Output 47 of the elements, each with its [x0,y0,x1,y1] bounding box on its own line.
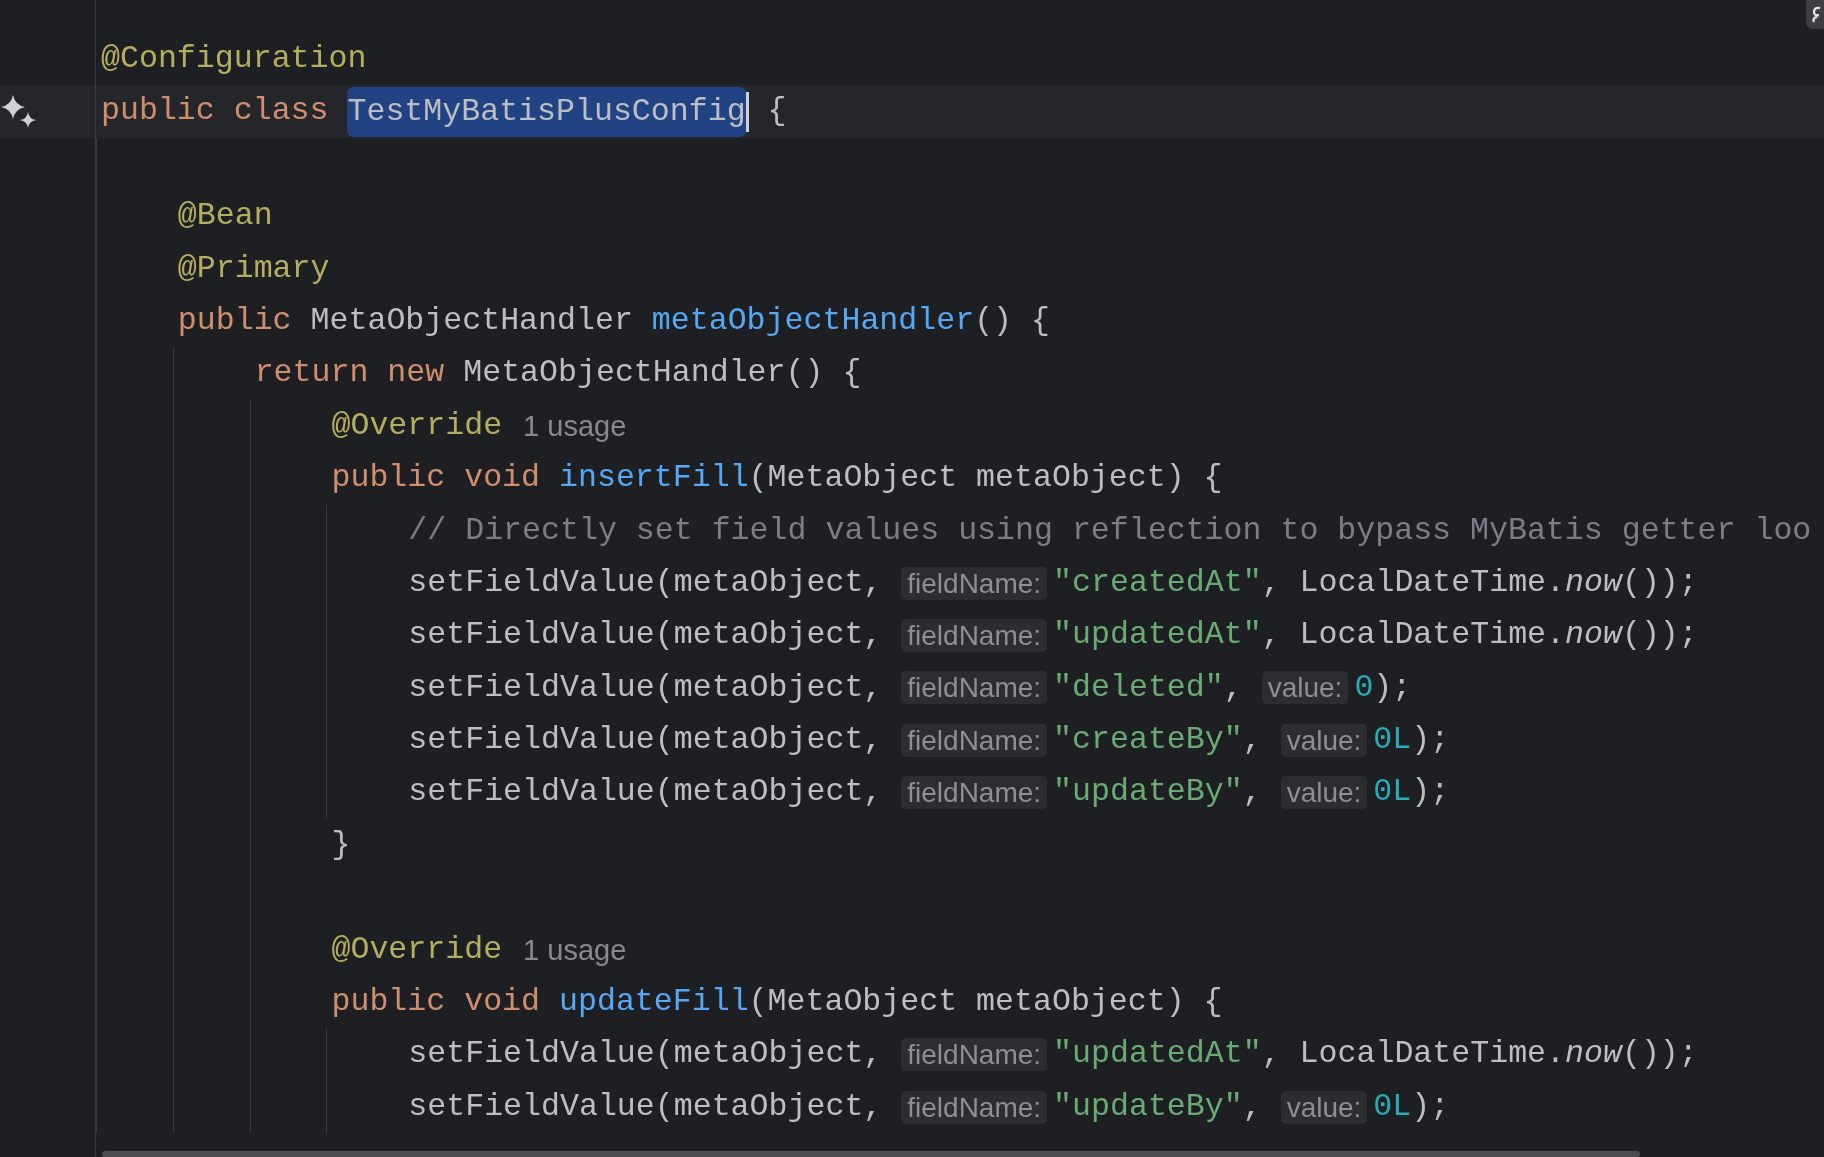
code-text: 0); [1354,668,1412,707]
usage-hint[interactable]: 1 usage [523,405,627,446]
code-text: setFieldValue(metaObject, [408,668,884,707]
code-text: setFieldValue(metaObject, [408,616,884,655]
code-text: public void insertFill(MetaObject metaObject) { [331,459,1223,498]
code-text: "updateBy", [1053,773,1263,812]
code-text: 0L); [1373,773,1450,812]
parameter-hint: fieldName: [901,566,1048,600]
usage-hint[interactable]: 1 usage [523,929,627,970]
parameter-hint: fieldName: [901,671,1048,705]
code-text: @Override [331,406,503,445]
code-text: "updatedAt", LocalDateTime.now()); [1053,616,1698,655]
code-text: @Override [331,930,503,969]
code-text: public MetaObjectHandler metaObjectHandler() { [177,301,1050,340]
code-text: @Primary [177,249,330,288]
parameter-hint: fieldName: [901,1090,1048,1124]
code-text: setFieldValue(metaObject, [408,721,884,760]
code-text: 0L); [1373,721,1450,760]
code-text: } [331,825,351,864]
code-text: setFieldValue(metaObject, [408,1035,884,1074]
code-text: "deleted", [1053,668,1244,707]
parameter-hint: fieldName: [901,723,1048,757]
parameter-hint: value: [1280,776,1368,810]
code-text: "updateBy", [1053,1087,1263,1126]
code-text: setFieldValue(metaObject, [408,773,884,812]
code-text: public void updateFill(MetaObject metaObject) { [331,983,1223,1022]
parameter-hint: value: [1261,671,1349,705]
parameter-hint: value: [1280,723,1368,757]
code-text: public class [101,92,330,131]
selected-text: TestMyBatisPlusConfig [347,86,746,137]
code-text: @Configuration [101,40,367,78]
code-text: setFieldValue(metaObject, [408,1087,884,1126]
code-text: "createBy", [1053,721,1263,760]
parameter-hint: fieldName: [901,619,1048,652]
scrollbar-thumb[interactable] [102,1151,1640,1157]
parameter-hint: value: [1280,1090,1368,1124]
parameter-hint: fieldName: [901,776,1048,810]
code-text: return new MetaObjectHandler() { [254,354,862,393]
code-text: @Bean [177,197,273,236]
code-text: 0L); [1373,1087,1450,1126]
toolbar-button[interactable] [1806,0,1824,29]
parameter-hint: fieldName: [901,1038,1048,1072]
code-text: { [766,92,787,131]
code-text: "updatedAt", LocalDateTime.now()); [1053,1035,1698,1074]
code-text: setFieldValue(metaObject, [408,563,884,602]
code-text: "createdAt", LocalDateTime.now()); [1053,563,1698,602]
code-text: // Directly set field values using reflection to bypass MyBatis getter loo [408,511,1812,550]
